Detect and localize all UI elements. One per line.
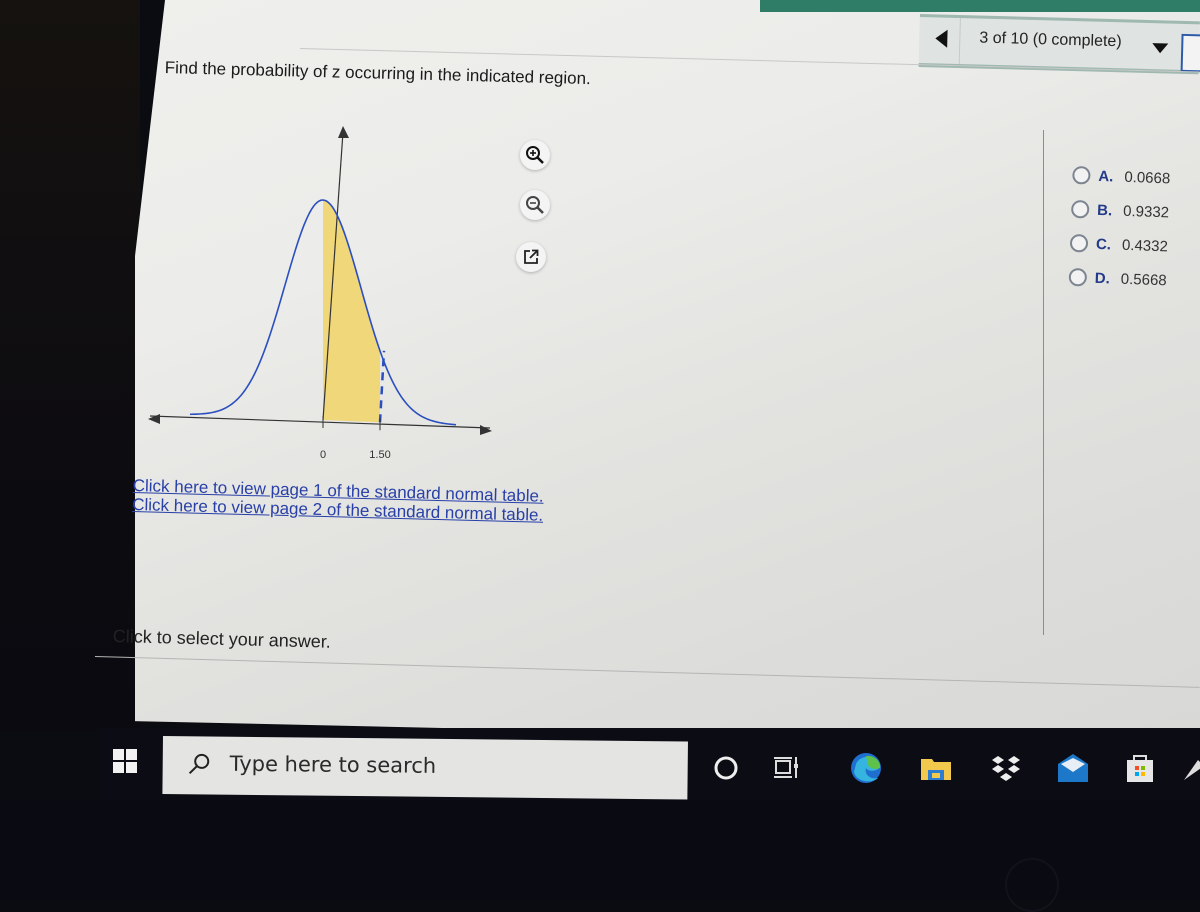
pinned-app-icon[interactable] — [1178, 750, 1200, 786]
x-axis-right-arrow — [480, 425, 492, 435]
boundary-dashed-line — [378, 350, 386, 423]
answer-value: 0.4332 — [1121, 236, 1169, 255]
y-axis-arrow — [338, 126, 349, 138]
open-graph-window-button[interactable] — [516, 242, 546, 272]
answer-letter: B. — [1096, 201, 1113, 219]
radio-button[interactable] — [1070, 199, 1090, 219]
answer-value: 0.5668 — [1120, 270, 1167, 289]
answer-value: 0.9332 — [1122, 202, 1170, 221]
radio-button[interactable] — [1068, 267, 1088, 287]
x-tick-label: 1.50 — [369, 449, 390, 461]
radio-button[interactable] — [1069, 233, 1089, 253]
answer-choices: A. 0.0668 B. 0.9332 C. 0.4332 D. 0.5668 — [1068, 158, 1171, 297]
taskbar-search-input[interactable]: Type here to search — [162, 736, 688, 800]
zoom-out-icon — [526, 196, 544, 214]
panel-divider — [1043, 130, 1044, 635]
x-tick-label: 0 — [320, 449, 326, 461]
zoom-in-button[interactable] — [520, 140, 550, 170]
nav-separator — [958, 18, 961, 65]
normal-curve-svg: 0 1.50 — [148, 126, 492, 461]
answer-option-c[interactable]: C. 0.4332 — [1069, 226, 1168, 263]
shaded-region — [323, 200, 380, 423]
answer-option-b[interactable]: B. 0.9332 — [1070, 192, 1170, 229]
search-icon — [188, 753, 210, 774]
zoom-out-button[interactable] — [520, 190, 550, 220]
header-band — [760, 0, 1200, 12]
normal-curve-graph: 0 1.50 — [140, 118, 520, 473]
radio-button[interactable] — [1072, 165, 1091, 185]
cortana-icon[interactable] — [708, 750, 744, 786]
answer-letter: A. — [1098, 167, 1114, 185]
monitor-bezel — [0, 0, 140, 730]
answer-value: 0.0668 — [1124, 168, 1171, 187]
answer-letter: D. — [1094, 269, 1111, 287]
next-question-button[interactable] — [1180, 33, 1200, 73]
answer-option-d[interactable]: D. 0.5668 — [1068, 260, 1167, 297]
windows-taskbar: Type here to search — [100, 728, 1200, 808]
hp-logo — [1005, 858, 1059, 912]
windows-start-icon[interactable] — [112, 748, 138, 774]
dropbox-icon[interactable] — [988, 750, 1024, 786]
external-link-icon — [524, 249, 539, 264]
store-icon[interactable] — [1122, 750, 1158, 786]
previous-question-icon[interactable] — [935, 29, 948, 48]
edge-icon[interactable] — [848, 750, 884, 786]
question-dropdown-icon[interactable] — [1152, 43, 1169, 54]
x-axis-left-arrow — [148, 414, 160, 424]
task-view-icon[interactable] — [768, 750, 804, 786]
question-progress[interactable]: 3 of 10 (0 complete) — [979, 30, 1122, 52]
answer-option-a[interactable]: A. 0.0668 — [1072, 158, 1171, 195]
search-placeholder: Type here to search — [229, 751, 437, 778]
mail-icon[interactable] — [1055, 750, 1091, 786]
file-explorer-icon[interactable] — [918, 750, 954, 786]
zoom-in-icon — [526, 146, 544, 164]
answer-letter: C. — [1095, 235, 1112, 253]
